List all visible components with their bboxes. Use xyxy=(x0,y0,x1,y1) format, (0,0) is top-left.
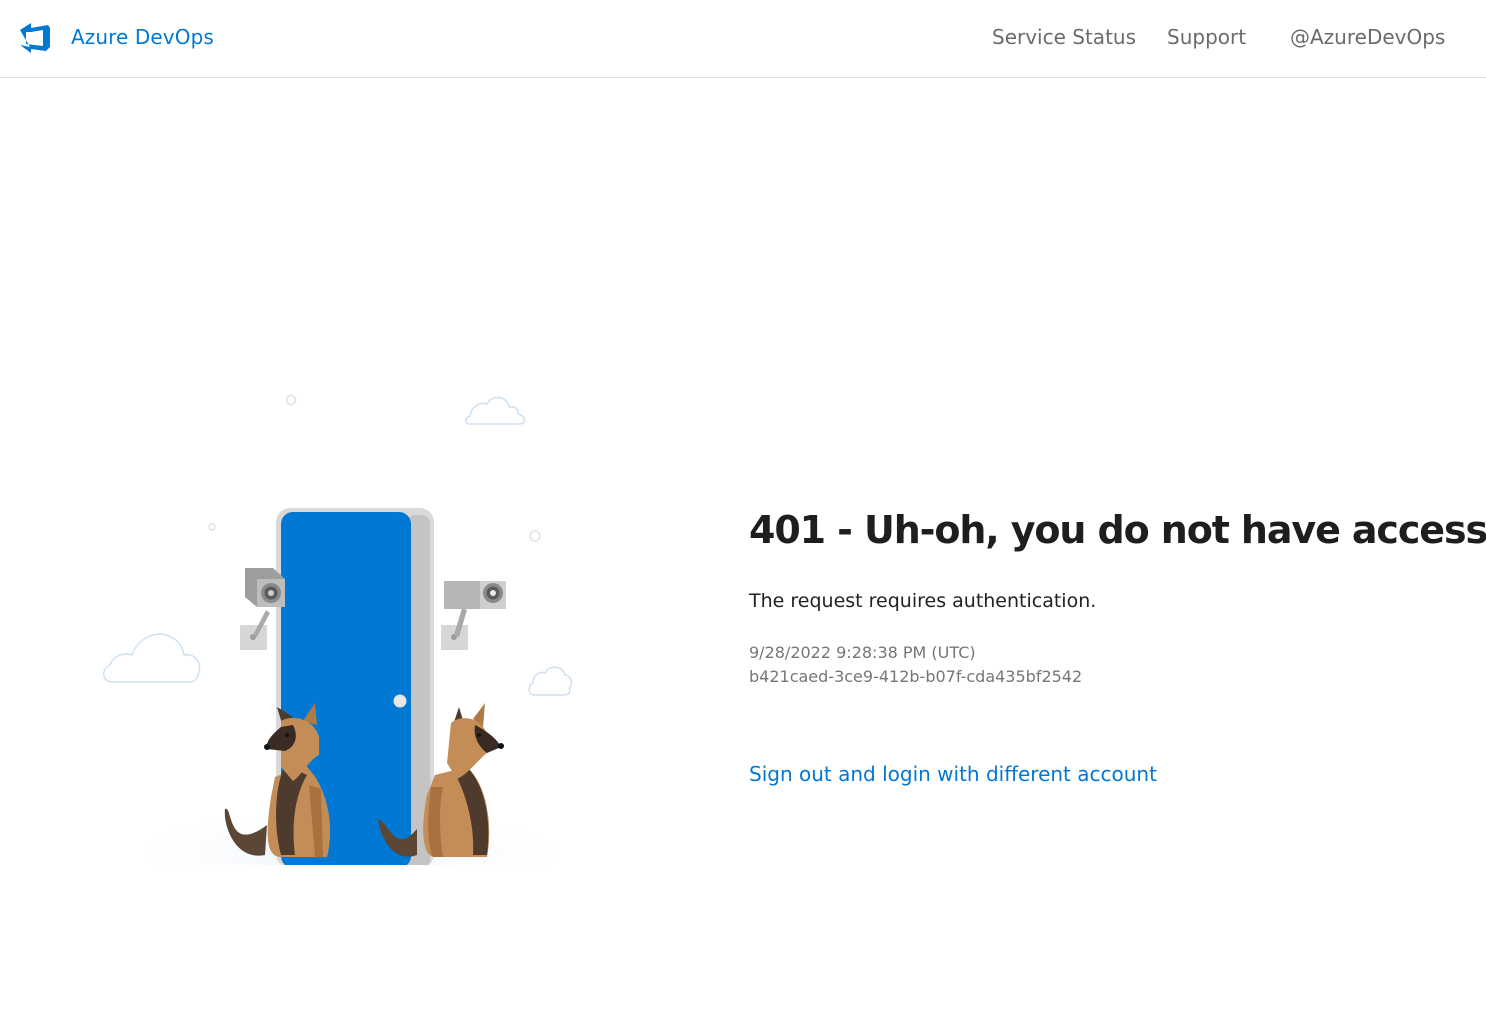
azure-devops-logo-icon xyxy=(20,23,50,53)
service-status-link[interactable]: Service Status xyxy=(992,25,1136,49)
security-camera-right xyxy=(441,581,506,650)
error-title: 401 - Uh-oh, you do not have access. xyxy=(749,508,1486,552)
cloud-icon xyxy=(528,666,573,696)
door-knob xyxy=(393,694,407,708)
activity-id: b421caed-3ce9-412b-b07f-cda435bf2542 xyxy=(749,667,1083,686)
support-link[interactable]: Support xyxy=(1167,25,1246,49)
decor-circle xyxy=(208,523,216,531)
decor-circle xyxy=(285,394,297,406)
cloud-icon xyxy=(465,396,526,425)
twitter-link[interactable]: @AzureDevOps xyxy=(1290,25,1445,49)
top-header: Azure DevOps Service Status Support @Azu… xyxy=(0,0,1486,78)
decor-circle xyxy=(529,530,541,542)
error-message: The request requires authentication. xyxy=(749,590,1097,612)
brand-link[interactable]: Azure DevOps xyxy=(18,20,214,54)
cloud-icon xyxy=(103,633,201,683)
brand-name: Azure DevOps xyxy=(71,25,214,49)
sign-out-link[interactable]: Sign out and login with different accoun… xyxy=(749,762,1157,786)
security-door-with-dogs-illustration xyxy=(103,394,585,865)
error-timestamp: 9/28/2022 9:28:38 PM (UTC) xyxy=(749,643,976,662)
